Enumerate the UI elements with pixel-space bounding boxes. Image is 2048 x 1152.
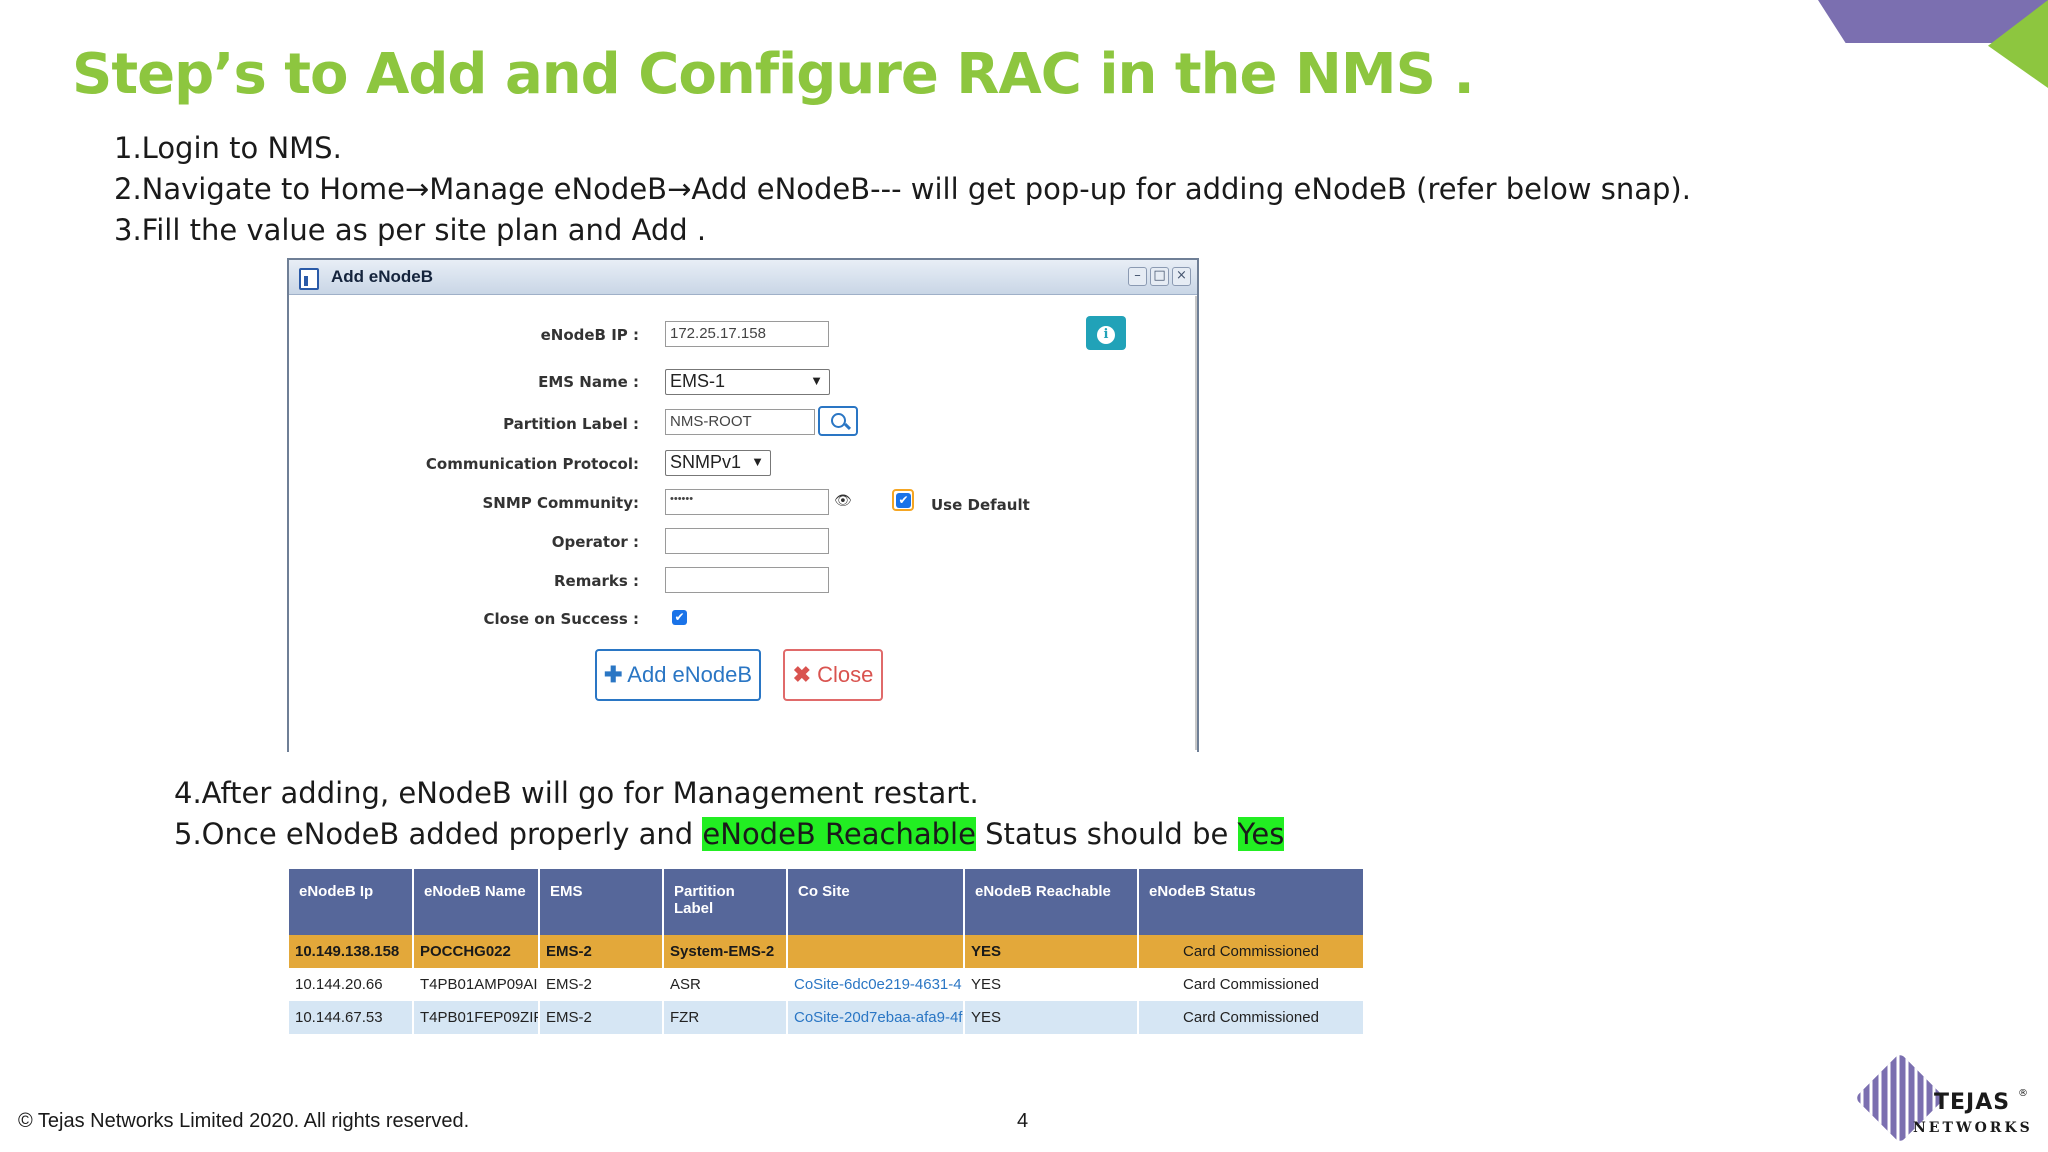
slide-title: Step’s to Add and Configure RAC in the N… xyxy=(72,42,1475,107)
close-on-success-label: Close on Success : xyxy=(483,610,639,628)
cell-reachable: YES xyxy=(964,1001,1139,1034)
table-row[interactable]: 10.144.67.53 T4PB01FEP09ZIF EMS-2 FZR Co… xyxy=(289,1001,1363,1034)
step-5-text-b: Status should be xyxy=(975,817,1238,851)
minimize-icon[interactable]: – xyxy=(1128,267,1147,286)
cell-ems: EMS-2 xyxy=(539,968,664,1001)
info-button[interactable]: i xyxy=(1086,316,1126,350)
operator-label: Operator : xyxy=(551,533,639,551)
cell-name: T4PB01AMP09AI xyxy=(413,968,540,1001)
info-icon: i xyxy=(1097,326,1115,344)
remarks-input[interactable] xyxy=(665,567,829,593)
ems-name-value: EMS-1 xyxy=(670,371,726,391)
col-co-site[interactable]: Co Site xyxy=(787,869,965,935)
cell-ip: 10.144.20.66 xyxy=(289,968,414,1001)
add-enodeb-dialog: Add eNodeB – □ × eNodeB IP : 172.25.17.1… xyxy=(287,258,1199,752)
protocol-select[interactable]: SNMPv1 ▼ xyxy=(665,450,771,476)
protocol-label: Communication Protocol: xyxy=(425,455,639,473)
eye-icon[interactable]: 👁 xyxy=(834,493,852,509)
cell-cosite xyxy=(787,935,965,968)
enodeb-table: eNodeB Ip eNodeB Name EMS Partition Labe… xyxy=(289,869,1363,1034)
remarks-label: Remarks : xyxy=(554,572,639,590)
partition-label-label: Partition Label : xyxy=(503,415,639,433)
cell-name: POCCHG022 xyxy=(413,935,540,968)
dialog-titlebar: Add eNodeB – □ × xyxy=(289,260,1197,295)
search-icon[interactable] xyxy=(818,406,858,436)
cell-partition: System-EMS-2 xyxy=(663,935,788,968)
step-5: 5.Once eNodeB added properly and eNodeB … xyxy=(174,814,1285,855)
logo-trademark: ® xyxy=(2018,1088,2028,1099)
cell-cosite-link[interactable]: CoSite-6dc0e219-4631-4 xyxy=(787,968,965,1001)
steps-list: 1.Login to NMS. 2.Navigate to Home→Manag… xyxy=(114,128,1691,251)
col-enodeb-ip[interactable]: eNodeB Ip xyxy=(289,869,414,935)
partition-label-input[interactable]: NMS-ROOT xyxy=(665,409,815,435)
col-enodeb-reachable[interactable]: eNodeB Reachable xyxy=(964,869,1139,935)
cell-partition: ASR xyxy=(663,968,788,1001)
ems-name-label: EMS Name : xyxy=(538,373,639,391)
step-5-text-a: 5.Once eNodeB added properly and xyxy=(174,817,703,851)
close-icon: ✖ xyxy=(792,662,812,687)
window-controls: – □ × xyxy=(1128,267,1191,286)
close-on-success-checkbox[interactable]: ✔ xyxy=(672,610,687,625)
cell-ems: EMS-2 xyxy=(539,935,664,968)
col-partition-label[interactable]: Partition Label xyxy=(663,869,788,935)
cell-ems: EMS-2 xyxy=(539,1001,664,1034)
close-button[interactable]: ✖ Close xyxy=(783,649,883,701)
snmp-community-input[interactable]: •••••• xyxy=(665,489,829,515)
footer-copyright: © Tejas Networks Limited 2020. All right… xyxy=(18,1110,470,1132)
cell-status: Card Commissioned xyxy=(1138,968,1363,1001)
step-5-highlight-yes: Yes xyxy=(1237,817,1285,851)
close-window-icon[interactable]: × xyxy=(1172,267,1191,286)
chevron-down-icon: ▼ xyxy=(751,454,764,469)
window-icon xyxy=(299,268,319,290)
col-enodeb-name[interactable]: eNodeB Name xyxy=(413,869,540,935)
table-row[interactable]: 10.144.20.66 T4PB01AMP09AI EMS-2 ASR CoS… xyxy=(289,968,1363,1001)
step-5-highlight-reachable: eNodeB Reachable xyxy=(702,817,976,851)
logo-text-tejas: TEJAS xyxy=(1934,1090,2011,1115)
dialog-title: Add eNodeB xyxy=(331,267,433,286)
step-1: 1.Login to NMS. xyxy=(114,131,342,165)
use-default-checkbox[interactable]: ✔ xyxy=(896,493,911,508)
plus-icon: ✚ xyxy=(603,662,623,687)
enodeb-ip-label: eNodeB IP : xyxy=(540,326,639,344)
protocol-value: SNMPv1 xyxy=(670,452,742,472)
step-2: 2.Navigate to Home→Manage eNodeB→Add eNo… xyxy=(114,172,1691,206)
cell-name: T4PB01FEP09ZIF xyxy=(413,1001,540,1034)
snmp-community-label: SNMP Community: xyxy=(482,494,639,512)
chevron-down-icon: ▼ xyxy=(810,373,823,388)
table-row[interactable]: 10.149.138.158 POCCHG022 EMS-2 System-EM… xyxy=(289,935,1363,968)
dialog-scrollbar[interactable] xyxy=(1195,296,1197,750)
step-4: 4.After adding, eNodeB will go for Manag… xyxy=(174,776,979,810)
cell-cosite-link[interactable]: CoSite-20d7ebaa-afa9-4f xyxy=(787,1001,965,1034)
cell-ip: 10.144.67.53 xyxy=(289,1001,414,1034)
col-enodeb-status[interactable]: eNodeB Status xyxy=(1138,869,1363,935)
close-label: Close xyxy=(817,662,874,687)
cell-ip: 10.149.138.158 xyxy=(289,935,414,968)
page-number: 4 xyxy=(1017,1110,1029,1132)
add-enodeb-label: Add eNodeB xyxy=(627,662,753,687)
add-enodeb-button[interactable]: ✚ Add eNodeB xyxy=(595,649,761,701)
enodeb-ip-input[interactable]: 172.25.17.158 xyxy=(665,321,829,347)
maximize-icon[interactable]: □ xyxy=(1150,267,1169,286)
col-ems[interactable]: EMS xyxy=(539,869,664,935)
steps-list-continued: 4.After adding, eNodeB will go for Manag… xyxy=(174,773,1285,855)
table-header-row: eNodeB Ip eNodeB Name EMS Partition Labe… xyxy=(289,869,1363,935)
ems-name-select[interactable]: EMS-1 ▼ xyxy=(665,369,830,395)
cell-partition: FZR xyxy=(663,1001,788,1034)
cell-status: Card Commissioned xyxy=(1138,935,1363,968)
step-3: 3.Fill the value as per site plan and Ad… xyxy=(114,213,707,247)
operator-input[interactable] xyxy=(665,528,829,554)
cell-reachable: YES xyxy=(964,968,1139,1001)
use-default-label: Use Default xyxy=(931,496,1030,514)
cell-status: Card Commissioned xyxy=(1138,1001,1363,1034)
cell-reachable: YES xyxy=(964,935,1139,968)
logo-text-networks: NETWORKS xyxy=(1913,1120,2033,1136)
